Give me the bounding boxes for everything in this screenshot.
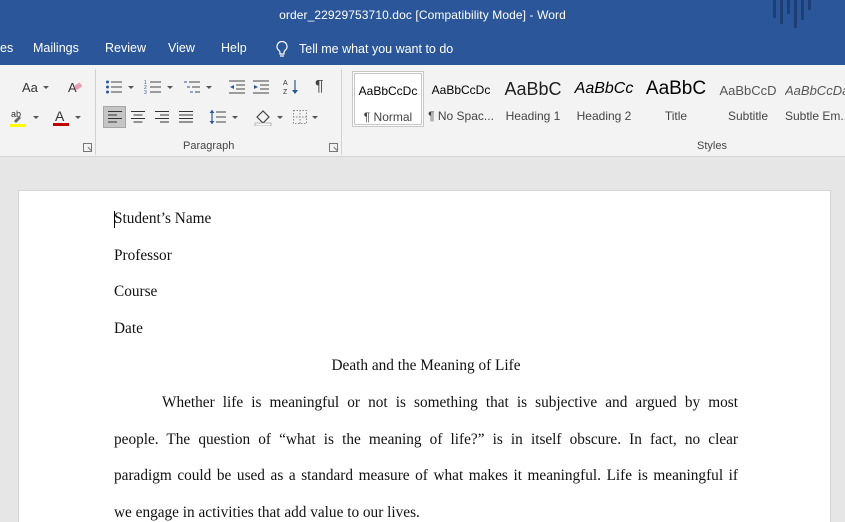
style-heading-1[interactable]: AaBbC Heading 1: [497, 71, 569, 127]
pilcrow-icon: ¶: [315, 78, 324, 95]
justify-button[interactable]: [179, 106, 193, 128]
font-color-icon: A: [53, 108, 69, 126]
paint-bucket-icon: [254, 110, 272, 126]
multilevel-list-button[interactable]: [183, 76, 212, 98]
sort-button[interactable]: AZ: [283, 76, 301, 98]
date-line: Date: [114, 320, 143, 337]
style-heading-2[interactable]: AaBbCc Heading 2: [571, 71, 637, 127]
tab-mailings[interactable]: Mailings: [33, 41, 79, 55]
ribbon: Aa A ab A 123 A Z ¶ Paragraph AaBbCcDc ¶…: [0, 65, 845, 157]
style-sample: AaBbCcD: [719, 83, 777, 98]
style-name: Heading 2: [576, 109, 632, 123]
style-normal[interactable]: AaBbCcDc ¶ Normal: [352, 71, 424, 127]
align-right-button[interactable]: [155, 106, 169, 128]
svg-text:Z: Z: [283, 89, 288, 96]
numbering-button[interactable]: 123: [144, 76, 173, 98]
style-sample: AaBbCc: [574, 80, 634, 97]
tab-references[interactable]: es: [0, 41, 13, 55]
svg-text:A: A: [55, 108, 65, 124]
course-line: Course: [114, 283, 158, 300]
group-separator: [95, 69, 96, 155]
sort-icon: AZ: [283, 80, 298, 96]
justify-icon: [179, 111, 193, 123]
tell-me-label: Tell me what you want to do: [299, 42, 454, 56]
show-formatting-button[interactable]: ¶: [315, 76, 324, 98]
align-left-icon: [107, 111, 122, 123]
highlighter-icon: ab: [10, 109, 26, 127]
tell-me-box[interactable]: Tell me what you want to do: [275, 39, 453, 59]
style-name: Title: [664, 109, 688, 123]
multilevel-list-icon: [184, 81, 200, 93]
change-case-label: Aa: [22, 79, 38, 95]
student-name-line: Student’s Name: [114, 210, 212, 227]
style-title[interactable]: AaBbC Title: [641, 71, 711, 127]
ribbon-tabs: es Mailings Review View Help Tell me wha…: [0, 32, 845, 65]
align-center-button[interactable]: [131, 106, 145, 128]
body-line: paradigm could be used as a standard mea…: [114, 467, 738, 484]
style-no-spacing[interactable]: AaBbCcDc ¶ No Spac...: [426, 71, 496, 127]
paragraph-dialog-launcher[interactable]: [329, 143, 338, 152]
decrease-indent-button[interactable]: [228, 76, 246, 98]
clear-formatting-button[interactable]: A: [66, 76, 84, 98]
svg-text:A: A: [283, 80, 288, 87]
tab-view[interactable]: View: [168, 41, 195, 55]
styles-gallery: AaBbCcDc ¶ Normal AaBbCcDc ¶ No Spac... …: [350, 71, 845, 133]
tab-help[interactable]: Help: [221, 41, 247, 55]
tab-review[interactable]: Review: [105, 41, 146, 55]
body-line: Whether life is meaningful or not is som…: [162, 394, 738, 411]
shading-button[interactable]: [254, 106, 283, 128]
document-page[interactable]: Student’s Name Professor Course Date Dea…: [18, 190, 831, 522]
professor-line: Professor: [114, 247, 172, 264]
body-line: we engage in activities that add value t…: [114, 504, 420, 521]
title-bar-pattern-icon: [773, 0, 811, 28]
font-color-button[interactable]: A: [52, 106, 81, 128]
bullets-button[interactable]: [105, 76, 134, 98]
lightbulb-icon: [276, 40, 288, 57]
font-dialog-launcher[interactable]: [83, 143, 92, 152]
style-name: ¶ Normal: [363, 110, 413, 124]
group-separator: [341, 69, 342, 155]
increase-indent-icon: [253, 80, 269, 94]
styles-group-label: Styles: [697, 140, 727, 152]
borders-icon: [293, 110, 307, 124]
style-sample: AaBbCcDc: [431, 83, 491, 97]
line-spacing-button[interactable]: [209, 106, 238, 128]
style-sample: AaBbC: [645, 78, 707, 99]
body-line: people. The question of “what is the mea…: [114, 431, 738, 448]
borders-button[interactable]: [293, 106, 318, 128]
numbering-icon: 123: [144, 80, 161, 95]
change-case-button[interactable]: Aa: [22, 76, 49, 98]
window-title: order_22929753710.doc [Compatibility Mod…: [279, 8, 566, 22]
bullets-icon: [106, 80, 122, 94]
style-subtle-emphasis[interactable]: AaBbCcDa Subtle Em...: [785, 71, 845, 127]
align-left-button[interactable]: [103, 106, 126, 128]
title-bar: order_22929753710.doc [Compatibility Mod…: [0, 0, 845, 32]
style-sample: AaBbCcDc: [358, 84, 418, 98]
style-name: Heading 1: [505, 109, 561, 123]
line-spacing-icon: [209, 110, 226, 124]
document-title: Death and the Meaning of Life: [331, 357, 521, 374]
style-name: Subtitle: [727, 109, 769, 123]
style-subtitle[interactable]: AaBbCcD Subtitle: [713, 71, 783, 127]
decrease-indent-icon: [229, 80, 245, 94]
highlight-color-button[interactable]: ab: [8, 106, 39, 128]
document-canvas[interactable]: Student’s Name Professor Course Date Dea…: [0, 157, 845, 522]
align-right-icon: [155, 111, 169, 123]
paragraph-group-label: Paragraph: [183, 140, 235, 152]
style-sample: AaBbCcDa: [785, 83, 845, 98]
svg-text:3: 3: [144, 90, 147, 95]
style-sample: AaBbC: [504, 79, 562, 99]
increase-indent-button[interactable]: [252, 76, 270, 98]
style-name: ¶ No Spac...: [428, 109, 494, 123]
clear-formatting-icon: A: [68, 80, 83, 95]
align-center-icon: [131, 111, 145, 123]
style-name: Subtle Em...: [785, 109, 845, 123]
